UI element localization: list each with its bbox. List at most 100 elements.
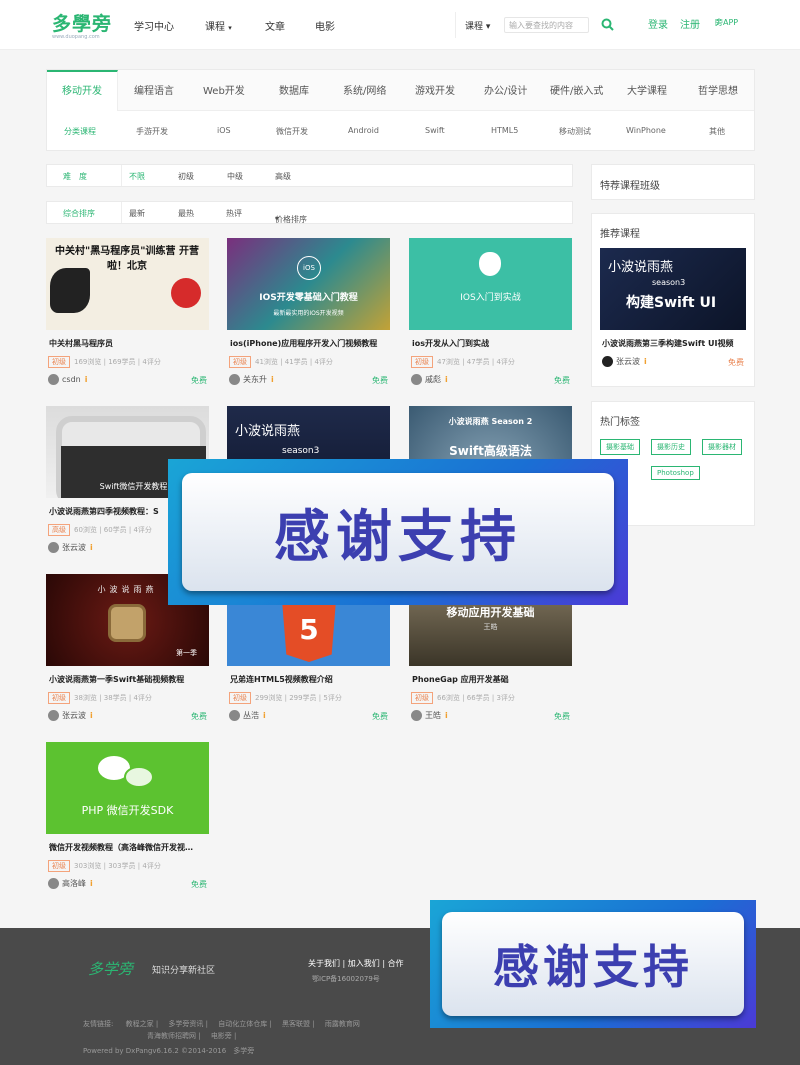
tab-university[interactable]: 大学课程 [627,82,667,97]
site-logo[interactable]: 多學旁 www.duopang.com [52,9,112,40]
course-author[interactable]: 高洛峰 i [48,878,93,889]
footer-partner-link[interactable]: 合作 [388,959,404,968]
course-author[interactable]: 张云波 i [48,542,93,553]
friend-link[interactable]: 雨露教育网 [325,1020,360,1028]
course-thumbnail[interactable]: IOS入门到实战 [409,238,572,330]
search-input[interactable]: 输入要查找的内容 [504,17,589,33]
tag-chip[interactable]: 摄影历史 [651,439,691,455]
friend-link[interactable]: 青海教师招聘网 [147,1032,196,1040]
course-author[interactable]: 关东升 i [229,374,274,385]
footer-about-link[interactable]: 关于我们 [308,959,340,968]
friend-links: 友情链接: 教程之家 | 多学旁资讯 | 自动化立体仓库 | 黑客联盟 | 雨露… [83,1020,360,1040]
recommended-author[interactable]: 张云波 i [602,356,647,367]
avatar [48,374,59,385]
tab-game-dev[interactable]: 游戏开发 [415,82,455,97]
hot-tags-title: 热门标签 [600,417,640,428]
course-author[interactable]: 王皓 i [411,710,448,721]
verified-icon: i [84,375,88,384]
course-thumbnail[interactable]: PHP 微信开发SDK [46,742,209,834]
tab-hardware[interactable]: 硬件/嵌入式 [550,82,603,97]
subcat-all[interactable]: 分类课程 [64,126,96,137]
tab-office-design[interactable]: 办公/设计 [484,82,527,97]
beijing-seal [171,278,201,308]
register-link[interactable]: 注册 [680,16,700,31]
subcat-wechat[interactable]: 微信开发 [276,126,308,137]
course-meta: 初级 38浏览 | 38学员 | 4评分 [48,692,152,704]
course-author[interactable]: csdn i [48,374,87,385]
course-author[interactable]: 丛浩 i [229,710,266,721]
subcat-ios[interactable]: iOS [217,126,231,135]
subcat-swift[interactable]: Swift [425,126,445,135]
ios-logo: iOS [297,256,321,280]
tab-database[interactable]: 数据库 [279,82,309,97]
tab-system-network[interactable]: 系统/网络 [343,82,386,97]
friend-link[interactable]: 教程之家 [126,1020,154,1028]
course-author[interactable]: 张云波 i [48,710,93,721]
tab-web-dev[interactable]: Web开发 [203,82,245,97]
nav-learning-center[interactable]: 学习中心 [134,18,174,33]
subcat-other[interactable]: 其他 [709,126,725,137]
tab-philosophy[interactable]: 哲学思想 [698,82,738,97]
tag-chip[interactable]: 摄影基础 [600,439,640,455]
difficulty-beginner[interactable]: 初级 [178,171,194,182]
course-title[interactable]: ios(iPhone)应用程序开发入门视频教程 [230,338,388,349]
difficulty-any[interactable]: 不限 [129,171,145,182]
avatar [411,710,422,721]
html5-logo: 5 [282,600,336,662]
nav-movies[interactable]: 电影 [315,18,335,33]
chevron-down-icon: ▾ [275,214,280,223]
recommended-thumbnail[interactable]: 小波说雨燕 season3 构建Swift UI [600,248,746,330]
course-card[interactable]: 中关村"黑马程序员"训练营 开营啦！北京 中关村黑马程序员 初级 169浏览 | … [46,238,209,400]
course-card[interactable]: IOS入门到实战 ios开发从入门到实战 初级 47浏览 | 47学员 | 4评分… [409,238,572,400]
course-card[interactable]: PHP 微信开发SDK 微信开发视频教程（高洛峰微信开发视… 初级 303浏览 |… [46,742,209,904]
subcat-mobile-games[interactable]: 手游开发 [136,126,168,137]
course-title[interactable]: ios开发从入门到实战 [412,338,570,349]
nav-articles[interactable]: 文章 [265,18,285,33]
chevron-down-icon: ▾ [485,22,491,32]
course-meta: 初级 47浏览 | 47学员 | 4评分 [411,356,515,368]
course-title[interactable]: 兄弟连HTML5视频教程介绍 [230,674,388,685]
friend-link[interactable]: 电影旁 [211,1032,232,1040]
subcat-mobile-testing[interactable]: 移动测试 [559,126,591,137]
difficulty-advanced[interactable]: 高级 [275,171,291,182]
sort-reviews[interactable]: 热评 [226,208,242,219]
tag-chip[interactable]: Photoshop [651,466,700,480]
subcat-android[interactable]: Android [348,126,379,135]
tag-chip[interactable]: 摄影器材 [702,439,742,455]
price-label: 免费 [372,712,388,721]
subcat-winphone[interactable]: WinPhone [626,126,666,135]
avatar [48,710,59,721]
search-type-select[interactable]: 课程 ▾ [465,19,490,32]
course-title[interactable]: PhoneGap 应用开发基础 [412,674,570,685]
difficulty-intermediate[interactable]: 中级 [227,171,243,182]
powered-by: Powered by DxPangv6.16.2 ©2014-2016 多学旁 [83,1047,255,1055]
course-thumbnail[interactable]: iOS IOS开发零基础入门教程 最新最实用的IOS开发视频 [227,238,390,330]
footer-join-link[interactable]: 加入我们 [348,959,380,968]
friend-link[interactable]: 黑客联盟 [282,1020,310,1028]
course-card[interactable]: iOS IOS开发零基础入门教程 最新最实用的IOS开发视频 ios(iPhon… [227,238,390,400]
footer-links: 关于我们 | 加入我们 | 合作 [308,959,404,968]
sort-hottest[interactable]: 最热 [178,208,194,219]
search-icon[interactable] [601,18,614,31]
sort-overall[interactable]: 综合排序 [63,208,95,219]
course-title[interactable]: 中关村黑马程序员 [49,338,207,349]
tab-mobile-dev[interactable]: 移动开发 [62,82,102,97]
category-panel: 移动开发 编程语言 Web开发 数据库 系统/网络 游戏开发 办公/设计 硬件/… [46,69,755,151]
avatar [229,374,240,385]
recommended-course-title[interactable]: 小波说雨燕第三季构建Swift UI视频 [602,338,733,349]
course-title[interactable]: 微信开发视频教程（高洛峰微信开发视… [49,842,207,853]
sort-newest[interactable]: 最新 [129,208,145,219]
login-link[interactable]: 登录 [648,16,668,31]
nav-courses[interactable]: 课程 ▾ [205,18,232,33]
avatar [48,542,59,553]
course-author[interactable]: 戚彪 i [411,374,448,385]
friend-link[interactable]: 多学旁资讯 [168,1020,203,1028]
course-title[interactable]: 小波说雨燕第一季Swift基础视频教程 [49,674,207,685]
course-thumbnail[interactable]: 中关村"黑马程序员"训练营 开营啦！北京 [46,238,209,330]
friend-link[interactable]: 自动化立体仓库 [218,1020,267,1028]
level-badge: 初级 [411,356,433,368]
subcat-html5[interactable]: HTML5 [491,126,518,135]
tab-programming[interactable]: 编程语言 [134,82,174,97]
price-label: 免费 [191,712,207,721]
difficulty-label: 难 度 [63,172,87,181]
